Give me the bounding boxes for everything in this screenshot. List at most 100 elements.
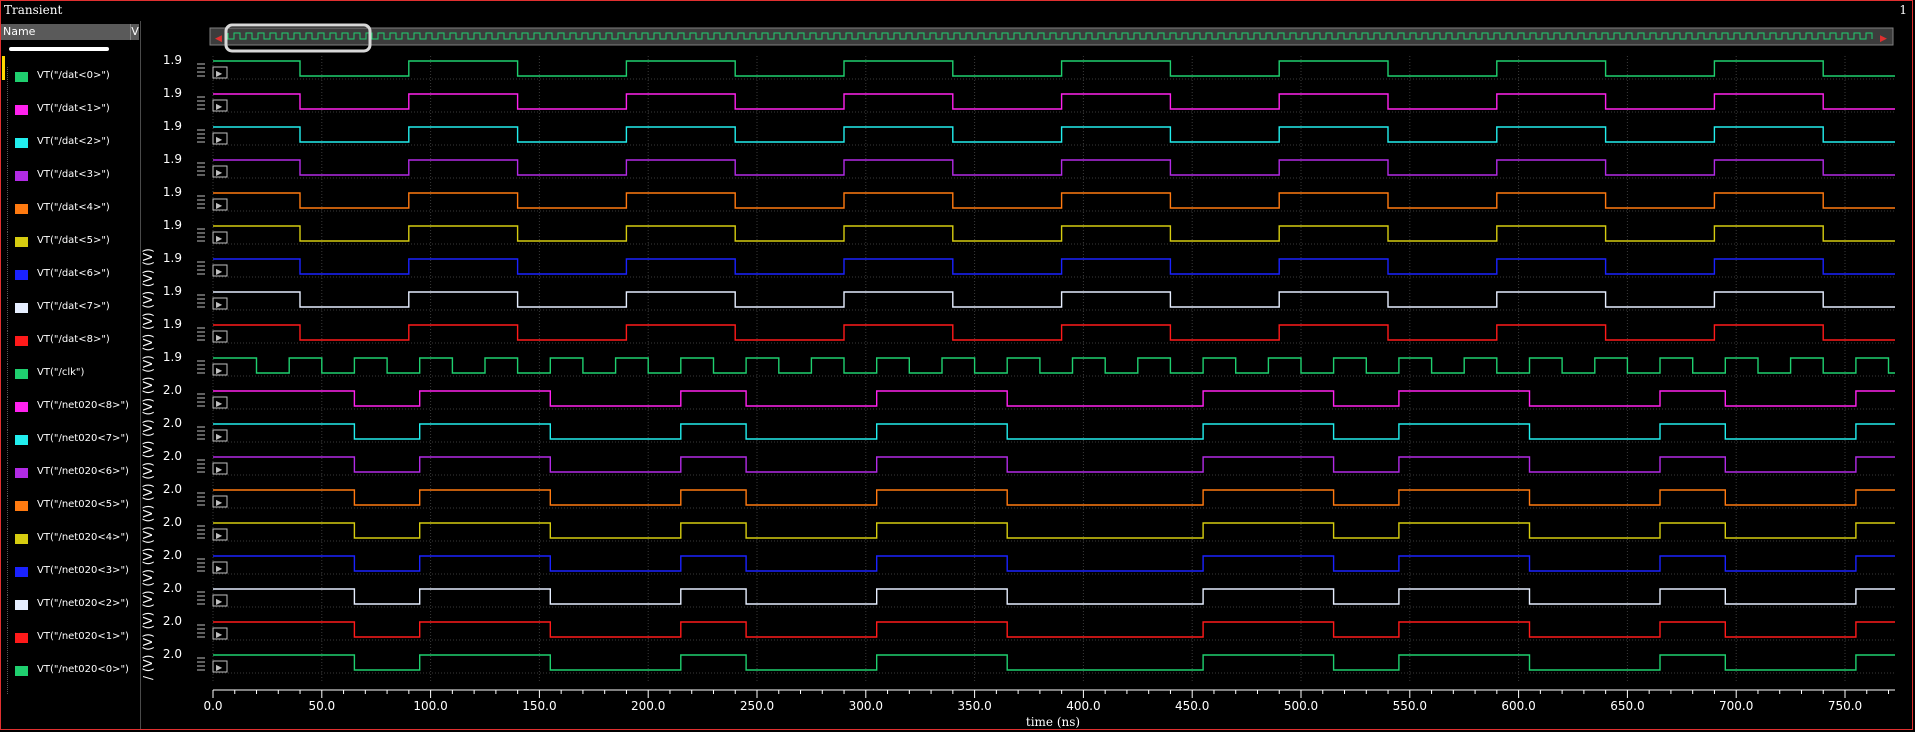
x-axis: time (ns) 0.0 50.0 100.0 150.0 200.0 250.0 300… bbox=[203, 689, 1895, 729]
waveform-trace[interactable] bbox=[213, 489, 1895, 506]
y-tick-marks bbox=[197, 294, 205, 308]
waveform-trace[interactable] bbox=[213, 291, 1895, 308]
expand-arrow-icon: ▶ bbox=[216, 663, 223, 672]
y-tick-marks bbox=[197, 360, 205, 374]
y-tick-marks bbox=[197, 162, 205, 176]
y-tick-marks bbox=[197, 558, 205, 572]
expand-arrow-icon: ▶ bbox=[216, 366, 223, 375]
y-max-label: 2.0 bbox=[163, 449, 182, 463]
waveform-trace[interactable] bbox=[213, 258, 1895, 275]
x-tick-label: 200.0 bbox=[631, 699, 665, 713]
y-tick-marks bbox=[197, 492, 205, 506]
x-tick-label: 600.0 bbox=[1501, 699, 1535, 713]
x-tick-label: 750.0 bbox=[1828, 699, 1862, 713]
waveform-trace[interactable] bbox=[213, 357, 1895, 374]
waveform-trace[interactable] bbox=[213, 390, 1895, 407]
x-tick-label: 650.0 bbox=[1610, 699, 1644, 713]
y-max-label: 2.0 bbox=[163, 515, 182, 529]
y-max-label: 1.9 bbox=[163, 284, 182, 298]
waveform-trace[interactable] bbox=[213, 621, 1895, 638]
waveform-trace[interactable] bbox=[213, 588, 1895, 605]
expand-arrow-icon: ▶ bbox=[216, 333, 223, 342]
expand-arrow-icon: ▶ bbox=[216, 102, 223, 111]
y-max-label: 2.0 bbox=[163, 614, 182, 628]
y-tick-marks bbox=[197, 195, 205, 209]
y-tick-marks bbox=[197, 228, 205, 242]
y-tick-marks bbox=[197, 525, 205, 539]
y-tick-marks bbox=[197, 327, 205, 341]
expand-arrow-icon: ▶ bbox=[216, 564, 223, 573]
x-tick-label: 500.0 bbox=[1284, 699, 1318, 713]
x-axis-label: time (ns) bbox=[1026, 715, 1080, 729]
expand-arrow-icon: ▶ bbox=[216, 234, 223, 243]
expand-arrow-icon: ▶ bbox=[216, 135, 223, 144]
waveform-trace[interactable] bbox=[213, 522, 1895, 539]
x-tick-label: 350.0 bbox=[957, 699, 991, 713]
waveforms bbox=[213, 60, 1895, 671]
waveform-trace[interactable] bbox=[213, 654, 1895, 671]
expand-arrow-icon: ▶ bbox=[216, 498, 223, 507]
expand-arrow-icon: ▶ bbox=[216, 201, 223, 210]
y-tick-marks bbox=[197, 591, 205, 605]
expand-arrow-icon: ▶ bbox=[216, 300, 223, 309]
waveform-trace[interactable] bbox=[213, 93, 1895, 110]
y-max-label: 1.9 bbox=[163, 218, 182, 232]
x-tick-label: 700.0 bbox=[1719, 699, 1753, 713]
waveform-trace[interactable] bbox=[213, 126, 1895, 143]
y-tick-marks bbox=[197, 657, 205, 671]
waveform-plot: ◀ ▶ 1.9▶1.9▶1.9▶1.9▶1.9▶1.9▶1.9▶1.9▶1.9▶1… bbox=[141, 23, 1895, 729]
x-tick-label: 100.0 bbox=[413, 699, 447, 713]
x-tick-label: 250.0 bbox=[740, 699, 774, 713]
y-tick-marks bbox=[197, 393, 205, 407]
y-tick-marks bbox=[197, 96, 205, 110]
y-tick-marks bbox=[197, 426, 205, 440]
overview-strip[interactable]: ◀ ▶ bbox=[209, 23, 1894, 53]
expand-arrow-icon: ▶ bbox=[216, 465, 223, 474]
y-max-label: 1.9 bbox=[163, 152, 182, 166]
waveform-trace[interactable] bbox=[213, 192, 1895, 209]
y-axis: 1.9 ▶ 1.9 ▶ 1.9 ▶ 1.9 ▶ 1.9 ▶ 1.9 ▶ 1.9 ▶ 1.9 ▶ 1.9 ▶ 1.9 ▶… bbox=[141, 53, 228, 680]
waveform-trace[interactable] bbox=[213, 225, 1895, 242]
y-max-label: 1.9 bbox=[163, 53, 182, 67]
y-max-label: 2.0 bbox=[163, 581, 182, 595]
y-max-label: 2.0 bbox=[163, 416, 182, 430]
scroll-left-icon[interactable]: ◀ bbox=[215, 34, 222, 44]
expand-arrow-icon: ▶ bbox=[216, 432, 223, 441]
y-max-label: 1.9 bbox=[163, 185, 182, 199]
waveform-trace[interactable] bbox=[213, 555, 1895, 572]
x-tick-label: 0.0 bbox=[203, 699, 222, 713]
y-max-label: 2.0 bbox=[163, 647, 182, 661]
x-tick-label: 150.0 bbox=[522, 699, 556, 713]
grid bbox=[212, 56, 1895, 682]
y-tick-marks bbox=[197, 624, 205, 638]
expand-arrow-icon: ▶ bbox=[216, 597, 223, 606]
y-tick-marks bbox=[197, 261, 205, 275]
y-unit-labels: / (V) (V) (V) (V) (V) (V) (V) (V) (V) (V… bbox=[141, 248, 155, 680]
expand-arrow-icon: ▶ bbox=[216, 399, 223, 408]
y-tick-marks bbox=[197, 129, 205, 143]
waveform-trace[interactable] bbox=[213, 324, 1895, 341]
x-tick-label: 450.0 bbox=[1175, 699, 1209, 713]
y-tick-marks bbox=[197, 63, 205, 77]
expand-arrow-icon: ▶ bbox=[216, 630, 223, 639]
waveform-trace[interactable] bbox=[213, 456, 1895, 473]
y-max-label: 2.0 bbox=[163, 482, 182, 496]
y-max-label: 2.0 bbox=[163, 548, 182, 562]
y-max-label: 1.9 bbox=[163, 350, 182, 364]
x-tick-label: 50.0 bbox=[308, 699, 335, 713]
expand-arrow-icon: ▶ bbox=[216, 168, 223, 177]
y-max-label: 1.9 bbox=[163, 119, 182, 133]
expand-arrow-icon: ▶ bbox=[216, 531, 223, 540]
x-tick-label: 300.0 bbox=[849, 699, 883, 713]
waveform-trace[interactable] bbox=[213, 60, 1895, 77]
expand-arrow-icon: ▶ bbox=[216, 267, 223, 276]
x-tick-label: 400.0 bbox=[1066, 699, 1100, 713]
expand-arrow-icon: ▶ bbox=[216, 69, 223, 78]
waveform-trace[interactable] bbox=[213, 423, 1895, 440]
y-max-label: 1.9 bbox=[163, 86, 182, 100]
y-max-label: 1.9 bbox=[163, 317, 182, 331]
scroll-right-icon[interactable]: ▶ bbox=[1880, 34, 1887, 44]
y-max-label: 2.0 bbox=[163, 383, 182, 397]
y-tick-marks bbox=[197, 459, 205, 473]
waveform-trace[interactable] bbox=[213, 159, 1895, 176]
